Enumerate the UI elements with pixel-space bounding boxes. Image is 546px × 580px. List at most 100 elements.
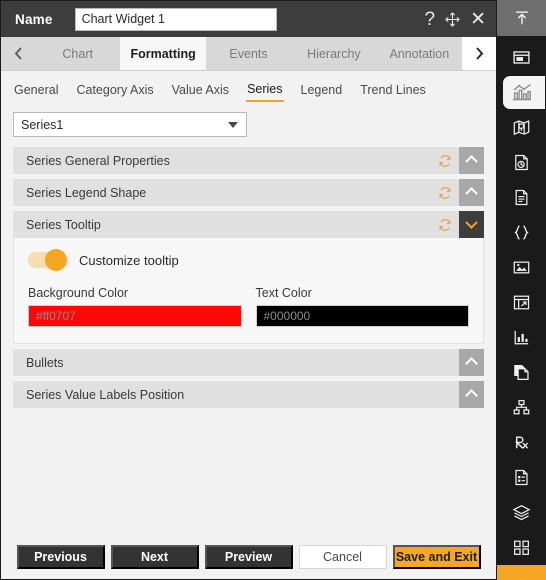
chevron-up-icon: [467, 188, 476, 197]
section-collapse-toggle[interactable]: [459, 349, 484, 376]
image-icon: [512, 258, 531, 277]
main-tabbar: Chart Formatting Events Hierarchy Annota…: [1, 37, 497, 71]
document-refresh-icon: [512, 153, 531, 172]
preview-button[interactable]: Preview: [204, 544, 293, 569]
collapse-panel-button[interactable]: [497, 0, 546, 36]
tab-chart[interactable]: Chart: [35, 37, 121, 70]
rail-item-copy-document[interactable]: [497, 355, 546, 390]
grid-blocks-icon: [512, 538, 531, 557]
layers-icon: [512, 503, 531, 522]
download-button[interactable]: [497, 565, 546, 580]
subtab-trend-lines[interactable]: Trend Lines: [359, 81, 427, 101]
tab-hierarchy[interactable]: Hierarchy: [291, 37, 377, 70]
section-bullets[interactable]: Bullets: [13, 349, 484, 376]
subtab-label: Category Axis: [76, 83, 154, 97]
rail-item-code-braces[interactable]: [497, 215, 546, 250]
subtab-label: General: [14, 83, 59, 97]
formatting-subtabs: General Category Axis Value Axis Series …: [1, 76, 496, 106]
name-label: Name: [15, 11, 53, 27]
section-tools: [459, 381, 484, 408]
subtab-series[interactable]: Series: [246, 80, 284, 102]
text-color-input[interactable]: #000000: [255, 305, 469, 327]
section-collapse-toggle[interactable]: [459, 381, 484, 408]
refresh-icon[interactable]: [431, 147, 459, 174]
app-root: Name ? ✕ Chart: [0, 0, 546, 580]
chart-widget-dialog: Name ? ✕ Chart: [0, 0, 497, 580]
series-select[interactable]: Series1: [13, 112, 247, 137]
chevron-up-icon: [467, 156, 476, 165]
close-icon[interactable]: ✕: [470, 10, 486, 29]
series-tooltip-panel: Customize tooltip Background Color #ff07…: [13, 238, 484, 344]
subtab-label: Series: [247, 82, 283, 96]
section-series-general-properties[interactable]: Series General Properties: [13, 147, 484, 174]
rail-item-hierarchy[interactable]: [497, 390, 546, 425]
copy-document-icon: [512, 363, 531, 382]
prescription-icon: [512, 433, 531, 452]
section-collapse-toggle[interactable]: [459, 179, 484, 206]
tabs-scroll-left-chevron-icon[interactable]: [1, 37, 35, 70]
subtab-general[interactable]: General: [13, 81, 59, 101]
section-series-value-labels-position[interactable]: Series Value Labels Position: [13, 381, 484, 408]
subtab-category-axis[interactable]: Category Axis: [75, 81, 154, 101]
tab-formatting[interactable]: Formatting: [120, 37, 206, 70]
rail-item-table-export[interactable]: [497, 285, 546, 320]
section-tools: [459, 349, 484, 376]
customize-tooltip-label: Customize tooltip: [79, 252, 179, 268]
cancel-button[interactable]: Cancel: [298, 544, 387, 569]
refresh-icon[interactable]: [431, 179, 459, 206]
section-collapse-toggle[interactable]: [459, 147, 484, 174]
section-tools: [431, 179, 484, 206]
subtab-value-axis[interactable]: Value Axis: [171, 81, 230, 101]
rail-items: [497, 36, 546, 565]
hierarchy-icon: [512, 398, 531, 417]
rail-item-image[interactable]: [497, 250, 546, 285]
help-icon[interactable]: ?: [425, 10, 436, 29]
move-arrows-icon[interactable]: [444, 11, 461, 28]
section-series-legend-shape[interactable]: Series Legend Shape: [13, 179, 484, 206]
tabs-scroll-right-chevron-icon[interactable]: [462, 37, 497, 70]
section-title: Series General Properties: [26, 153, 170, 168]
refresh-icon[interactable]: [431, 211, 459, 238]
next-button[interactable]: Next: [110, 544, 199, 569]
section-expand-toggle[interactable]: [459, 211, 484, 238]
tooltip-color-row: Background Color #ff0707 Text Color #000…: [28, 286, 469, 327]
chevron-up-icon: [467, 390, 476, 399]
tab-label: Chart: [62, 46, 93, 61]
rail-item-prescription[interactable]: [497, 425, 546, 460]
tab-events[interactable]: Events: [205, 37, 292, 70]
bar-chart-icon: [512, 328, 531, 347]
rail-item-layers[interactable]: [497, 495, 546, 530]
section-title: Bullets: [26, 355, 64, 370]
subtab-legend[interactable]: Legend: [300, 81, 344, 101]
rail-item-form-document[interactable]: [497, 460, 546, 495]
section-tools: [431, 147, 484, 174]
text-color-field: Text Color #000000: [255, 286, 469, 327]
tab-label: Formatting: [130, 46, 196, 61]
tab-label: Annotation: [389, 46, 450, 61]
rail-item-grid-blocks[interactable]: [497, 530, 546, 565]
rail-item-bar-chart[interactable]: [497, 320, 546, 355]
tab-annotation[interactable]: Annotation: [376, 37, 463, 70]
rail-item-map[interactable]: [497, 110, 546, 145]
tab-label: Events: [229, 46, 268, 61]
section-series-tooltip[interactable]: Series Tooltip: [13, 211, 484, 238]
background-color-field: Background Color #ff0707: [28, 286, 242, 327]
rail-item-document[interactable]: [497, 180, 546, 215]
rail-item-chart[interactable]: [497, 75, 546, 110]
customize-tooltip-switch[interactable]: [28, 249, 67, 271]
tab-label: Hierarchy: [307, 46, 361, 61]
background-color-input[interactable]: #ff0707: [28, 305, 242, 327]
widget-name-input[interactable]: [74, 7, 277, 31]
previous-button[interactable]: Previous: [16, 544, 105, 569]
rail-item-document-refresh[interactable]: [497, 145, 546, 180]
document-icon: [512, 188, 531, 207]
rail-item-widget-panel[interactable]: [497, 40, 546, 75]
map-icon: [512, 118, 531, 137]
series-settings-body: Series General Properties Series Legend: [1, 147, 496, 534]
section-title: Series Value Labels Position: [26, 387, 185, 402]
customize-tooltip-row: Customize tooltip: [28, 249, 469, 271]
download-arrow-icon: [512, 577, 531, 580]
save-and-exit-button[interactable]: Save and Exit: [392, 544, 481, 569]
titlebar-actions: ? ✕: [425, 10, 487, 29]
background-color-label: Background Color: [28, 286, 129, 300]
